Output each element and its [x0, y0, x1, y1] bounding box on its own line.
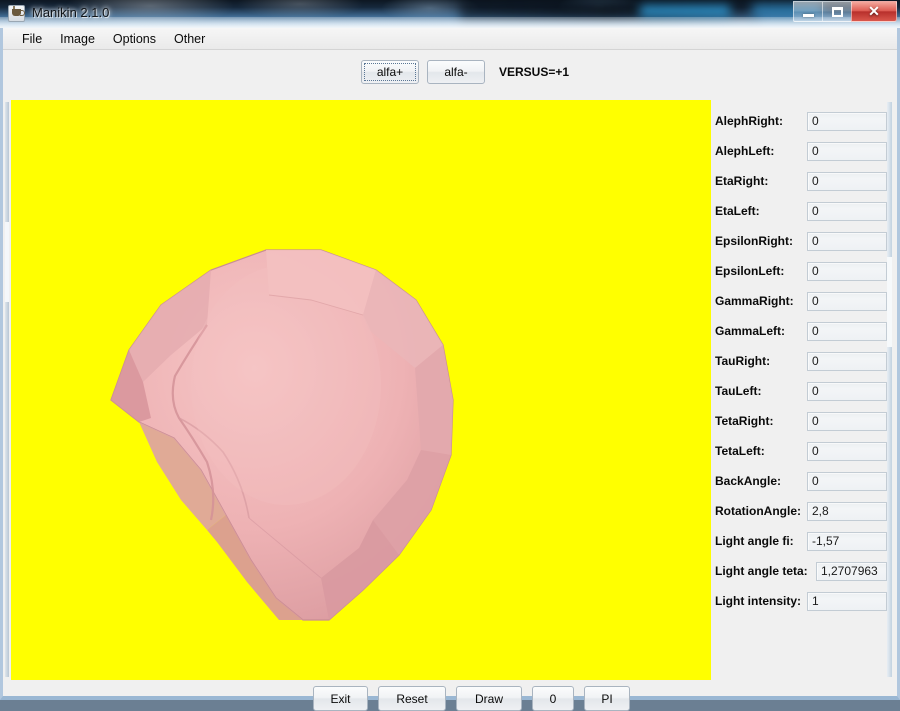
label-epsilonleft: EpsilonLeft: — [715, 264, 807, 278]
label-epsilonright: EpsilonRight: — [715, 234, 807, 248]
title-bar: Manikin 2.1.0 ✕ — [0, 0, 900, 28]
input-lightintensity[interactable] — [807, 592, 887, 611]
menu-item-options[interactable]: Options — [104, 29, 165, 49]
field-row-backangle: BackAngle: — [715, 466, 887, 496]
toolbar: alfa+ alfa- VERSUS=+1 — [3, 51, 897, 91]
field-row-epsilonright: EpsilonRight: — [715, 226, 887, 256]
input-rotationangle[interactable] — [807, 502, 887, 521]
input-tetaleft[interactable] — [807, 442, 887, 461]
input-tauleft[interactable] — [807, 382, 887, 401]
label-alephright: AlephRight: — [715, 114, 807, 128]
input-epsilonright[interactable] — [807, 232, 887, 251]
label-tetaleft: TetaLeft: — [715, 444, 807, 458]
field-row-lightanglefi: Light angle fi: — [715, 526, 887, 556]
menu-item-image[interactable]: Image — [51, 29, 104, 49]
label-etaleft: EtaLeft: — [715, 204, 807, 218]
window-title: Manikin 2.1.0 — [32, 5, 109, 20]
window-controls: ✕ — [793, 1, 897, 22]
input-gammaleft[interactable] — [807, 322, 887, 341]
input-tetaright[interactable] — [807, 412, 887, 431]
menu-bar: File Image Options Other — [3, 28, 897, 50]
input-etaleft[interactable] — [807, 202, 887, 221]
input-epsilonleft[interactable] — [807, 262, 887, 281]
label-lightanglefi: Light angle fi: — [715, 534, 807, 548]
field-row-tetaright: TetaRight: — [715, 406, 887, 436]
close-icon: ✕ — [852, 2, 896, 21]
restore-icon — [832, 7, 843, 17]
label-tetaright: TetaRight: — [715, 414, 807, 428]
field-row-tauleft: TauLeft: — [715, 376, 887, 406]
minimize-icon — [803, 14, 814, 17]
field-row-tauright: TauRight: — [715, 346, 887, 376]
bottom-button-bar: Exit Reset Draw 0 PI — [3, 658, 897, 700]
menu-item-file[interactable]: File — [13, 29, 51, 49]
input-etaright[interactable] — [807, 172, 887, 191]
titlebar-glass-blue — [640, 5, 730, 17]
field-row-alephleft: AlephLeft: — [715, 136, 887, 166]
input-backangle[interactable] — [807, 472, 887, 491]
field-row-gammaright: GammaRight: — [715, 286, 887, 316]
right-scrollbar-thumb[interactable] — [887, 257, 892, 347]
label-lightintensity: Light intensity: — [715, 594, 807, 608]
field-row-etaright: EtaRight: — [715, 166, 887, 196]
java-cup-icon — [8, 5, 25, 22]
label-tauright: TauRight: — [715, 354, 807, 368]
input-tauright[interactable] — [807, 352, 887, 371]
left-scrollbar-thumb[interactable] — [5, 222, 9, 302]
versus-label: VERSUS=+1 — [499, 65, 569, 79]
label-lightangleteta: Light angle teta: — [715, 564, 816, 578]
close-button[interactable]: ✕ — [851, 1, 897, 22]
zero-button[interactable]: 0 — [532, 686, 574, 711]
left-scrollbar[interactable] — [5, 102, 9, 677]
field-row-tetaleft: TetaLeft: — [715, 436, 887, 466]
input-gammaright[interactable] — [807, 292, 887, 311]
application-window: Manikin 2.1.0 ✕ File Image Options Other… — [0, 0, 900, 700]
field-row-gammaleft: GammaLeft: — [715, 316, 887, 346]
menu-item-other[interactable]: Other — [165, 29, 214, 49]
titlebar-bottom-glow — [0, 17, 900, 28]
restore-button[interactable] — [822, 1, 851, 22]
draw-button[interactable]: Draw — [456, 686, 522, 711]
alfa-minus-button[interactable]: alfa- — [427, 60, 485, 84]
field-row-lightangleteta: Light angle teta: — [715, 556, 887, 586]
label-gammaright: GammaRight: — [715, 294, 807, 308]
render-canvas[interactable] — [11, 100, 711, 680]
client-area: File Image Options Other alfa+ alfa- VER… — [0, 28, 900, 700]
exit-button[interactable]: Exit — [313, 686, 368, 711]
label-gammaleft: GammaLeft: — [715, 324, 807, 338]
field-row-etaleft: EtaLeft: — [715, 196, 887, 226]
label-alephleft: AlephLeft: — [715, 144, 807, 158]
input-alephright[interactable] — [807, 112, 887, 131]
label-rotationangle: RotationAngle: — [715, 504, 807, 518]
field-row-epsilonleft: EpsilonLeft: — [715, 256, 887, 286]
manikin-head-mesh — [11, 100, 711, 680]
render-canvas-container — [11, 100, 711, 680]
input-lightanglefi[interactable] — [807, 532, 887, 551]
field-row-rotationangle: RotationAngle: — [715, 496, 887, 526]
input-lightangleteta[interactable] — [816, 562, 887, 581]
reset-button[interactable]: Reset — [378, 686, 446, 711]
label-tauleft: TauLeft: — [715, 384, 807, 398]
parameters-panel: AlephRight: AlephLeft: EtaRight: EtaLeft… — [715, 106, 887, 616]
pi-button[interactable]: PI — [584, 686, 630, 711]
field-row-lightintensity: Light intensity: — [715, 586, 887, 616]
input-alephleft[interactable] — [807, 142, 887, 161]
alfa-plus-button[interactable]: alfa+ — [361, 60, 419, 84]
minimize-button[interactable] — [793, 1, 822, 22]
label-backangle: BackAngle: — [715, 474, 807, 488]
label-etaright: EtaRight: — [715, 174, 807, 188]
field-row-alephright: AlephRight: — [715, 106, 887, 136]
right-scrollbar[interactable] — [887, 102, 892, 677]
